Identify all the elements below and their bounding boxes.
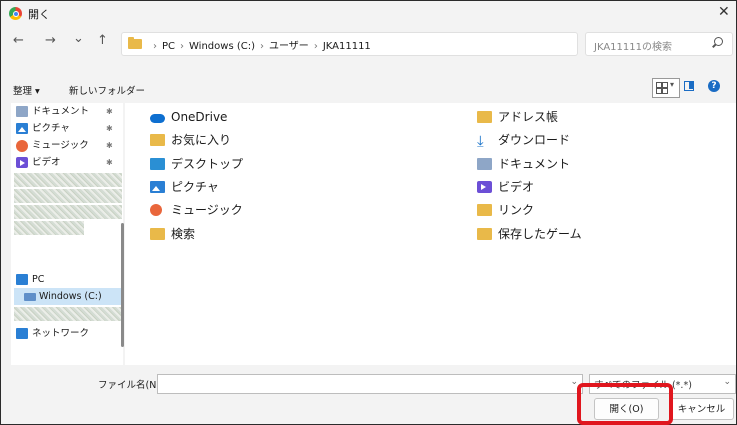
music-icon <box>16 140 28 152</box>
recent-dropdown-icon[interactable]: ⌄ <box>73 31 84 46</box>
open-file-dialog: 開く ✕ ← → ⌄ ↑ › PC › Windows (C:) › ユーザー › JKA11… <box>0 0 737 425</box>
item-label: ミュージック <box>171 203 243 217</box>
breadcrumb-separator: › <box>153 41 157 52</box>
pictures-icon <box>150 181 165 193</box>
cancel-button[interactable]: キャンセル <box>669 398 734 420</box>
close-icon[interactable]: ✕ <box>718 4 730 20</box>
desktop-icon <box>150 158 165 170</box>
open-button-highlight <box>577 383 673 425</box>
sidebar-item-windows-drive[interactable]: Windows (C:) <box>14 288 122 305</box>
forward-icon[interactable]: → <box>45 33 56 48</box>
navigation-bar: ← → ⌄ ↑ ›PC›Windows (C:)›ユーザー›JKA11111 ⌄… <box>1 27 736 59</box>
help-icon[interactable]: ? <box>708 80 720 92</box>
item-label: OneDrive <box>171 110 228 124</box>
item-label: 検索 <box>171 227 196 241</box>
file-type-dropdown-icon: ⌄ <box>723 377 731 387</box>
item-label: ドキュメント <box>498 157 571 171</box>
folder-icon <box>477 228 492 240</box>
item-label: ビデオ <box>498 180 535 194</box>
sidebar-item-music[interactable]: ミュージック ✱ <box>11 137 123 154</box>
pin-icon: ✱ <box>106 107 113 116</box>
folder-icon <box>150 228 165 240</box>
sidebar-item-label: Windows (C:) <box>39 291 102 302</box>
sidebar-item-label: ミュージック <box>32 140 89 151</box>
item-label: 保存したゲーム <box>498 227 582 241</box>
sidebar-item-videos[interactable]: ビデオ ✱ <box>11 154 123 171</box>
drive-icon <box>24 293 36 301</box>
sidebar-item-label: ドキュメント <box>32 106 90 117</box>
pictures-icon <box>16 123 28 134</box>
folder-icon <box>128 37 142 49</box>
sidebar-item-network[interactable]: ネットワーク <box>11 325 123 342</box>
filename-field[interactable]: ⌄ <box>157 374 583 394</box>
onedrive-icon <box>150 114 165 123</box>
pin-icon: ✱ <box>106 158 113 167</box>
folder-icon <box>150 134 165 146</box>
documents-icon <box>16 106 28 117</box>
item-label: デスクトップ <box>171 157 244 171</box>
search-icon <box>714 37 723 46</box>
item-label: アドレス帳 <box>498 110 559 124</box>
videos-icon <box>477 181 492 193</box>
search-input[interactable]: JKA11111の検索 <box>585 32 733 56</box>
sidebar-item-label: ネットワーク <box>32 328 90 339</box>
sidebar-item-pictures[interactable]: ピクチャ ✱ <box>11 120 123 137</box>
redacted-item <box>14 189 122 203</box>
sidebar-item-pc[interactable]: PC <box>11 271 123 288</box>
up-icon[interactable]: ↑ <box>97 33 108 48</box>
command-bar: 整理 ▾ 新しいフォルダー ▾ ? <box>1 59 736 103</box>
grid-icon <box>662 88 668 94</box>
redacted-item <box>14 205 122 219</box>
change-view-button[interactable]: ▾ <box>652 78 680 98</box>
sidebar-item-label: PC <box>32 274 45 285</box>
pin-icon: ✱ <box>106 141 113 150</box>
pin-icon: ✱ <box>106 124 113 133</box>
organize-button[interactable]: 整理 ▾ <box>13 83 40 97</box>
new-folder-button[interactable]: 新しいフォルダー <box>69 83 145 97</box>
documents-icon <box>477 158 492 170</box>
breadcrumb-separator: › <box>260 41 264 52</box>
breadcrumb-users[interactable]: ユーザー <box>269 41 309 52</box>
back-icon[interactable]: ← <box>13 33 24 48</box>
navigation-pane: ドキュメント ✱ ピクチャ ✱ ミュージック ✱ ビデオ ✱ PC Window… <box>11 103 123 365</box>
title-bar: 開く ✕ <box>1 1 736 27</box>
redacted-item <box>14 173 122 187</box>
breadcrumb-separator: › <box>313 41 318 52</box>
item-label: お気に入り <box>171 133 232 147</box>
item-label: ピクチャ <box>171 180 219 194</box>
folder-icon <box>477 111 492 123</box>
search-placeholder: JKA11111の検索 <box>594 42 672 53</box>
redacted-item <box>14 307 122 321</box>
pc-icon <box>16 274 28 285</box>
redacted-item <box>14 221 84 235</box>
chrome-icon <box>9 7 22 20</box>
item-label: リンク <box>498 203 535 217</box>
window-title: 開く <box>28 8 50 21</box>
file-list: OneDrive お気に入り デスクトップ ピクチャ ミュージック 検索 アドレ… <box>125 103 736 365</box>
sidebar-item-documents[interactable]: ドキュメント ✱ <box>11 103 123 120</box>
breadcrumb: › PC › Windows (C:) › ユーザー › JKA11111 <box>148 37 371 52</box>
download-icon: ⤓ <box>477 132 484 150</box>
item-label: ダウンロード <box>498 133 571 147</box>
preview-pane-icon[interactable] <box>684 81 694 91</box>
breadcrumb-separator: › <box>180 41 185 52</box>
breadcrumb-pc[interactable]: PC <box>162 41 175 52</box>
music-icon <box>150 204 162 216</box>
filename-label: ファイル名(N): <box>98 380 164 391</box>
folder-icon <box>477 204 492 216</box>
videos-icon <box>16 157 28 168</box>
breadcrumb-drive[interactable]: Windows (C:) <box>189 41 255 52</box>
sidebar-item-label: ピクチャ <box>32 123 70 134</box>
breadcrumb-user-folder[interactable]: JKA11111 <box>323 41 371 52</box>
address-bar[interactable]: ›PC›Windows (C:)›ユーザー›JKA11111 ⌄ ↻ <box>121 32 695 56</box>
network-icon <box>16 328 28 339</box>
view-dropdown-icon: ▾ <box>670 80 675 89</box>
sidebar-item-label: ビデオ <box>32 157 61 168</box>
sidebar-scrollbar[interactable] <box>121 223 124 347</box>
